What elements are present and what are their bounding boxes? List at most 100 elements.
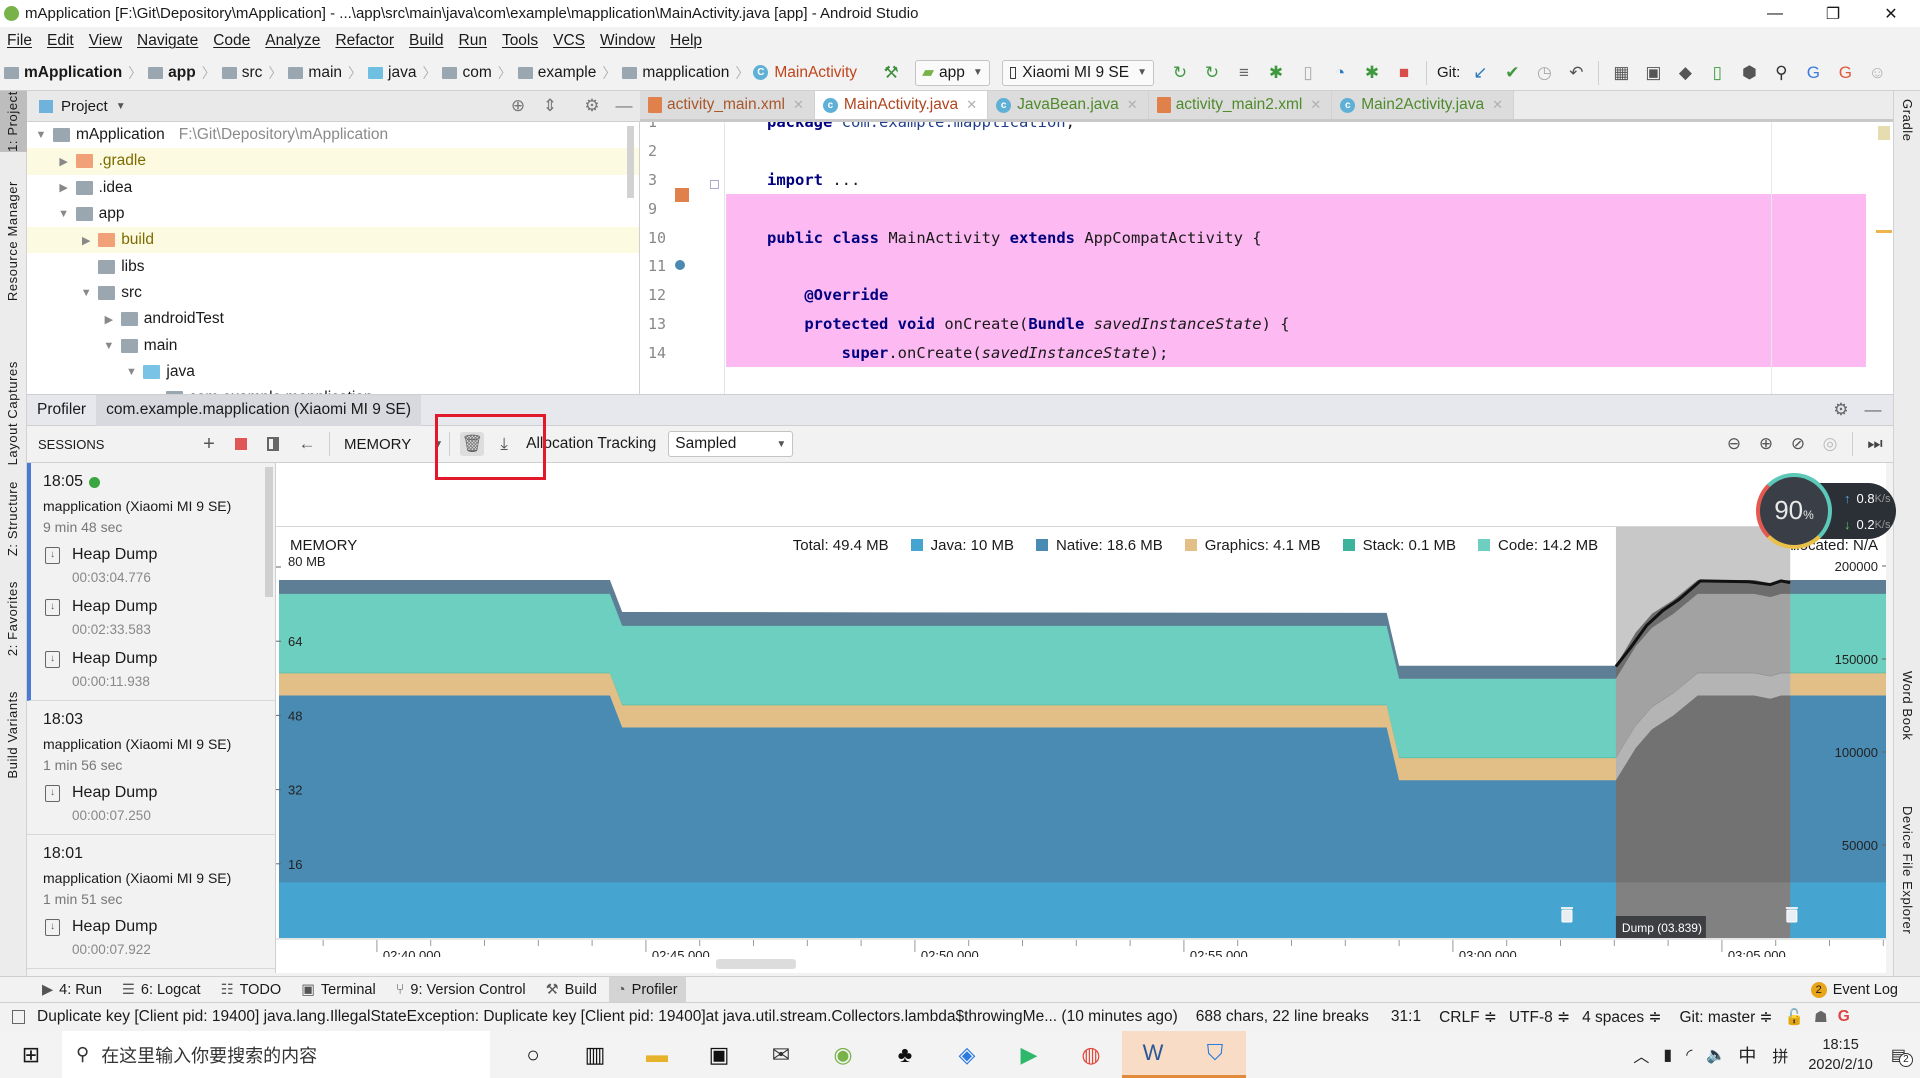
status-toggle-icon[interactable] xyxy=(12,1010,25,1024)
session-item[interactable]: 18:05 mapplication (Xiaomi MI 9 SE) 9 min … xyxy=(27,463,275,701)
debug-attach-icon[interactable]: ✱ xyxy=(1360,61,1384,85)
android-studio-icon[interactable]: ◉ xyxy=(812,1031,874,1078)
sessions-scrollbar[interactable] xyxy=(265,467,273,597)
make-project-hammer-icon[interactable]: ⚒ xyxy=(879,61,903,85)
google-icon[interactable]: G xyxy=(1838,1008,1850,1026)
tool-stripe-gradle[interactable]: Gradle xyxy=(1900,99,1915,142)
tool-window-4-run[interactable]: ▶ 4: Run xyxy=(34,977,110,1003)
ime-indicator[interactable]: 中 xyxy=(1738,1042,1756,1068)
wifi-icon[interactable]: ◜ xyxy=(1686,1045,1692,1065)
layout-inspector-icon[interactable]: ⬢ xyxy=(1737,61,1761,85)
minimize-button[interactable]: — xyxy=(1746,5,1804,23)
timeline-scrollbar[interactable] xyxy=(716,959,796,969)
breadcrumb-item[interactable]: app 〉 xyxy=(146,63,216,83)
breadcrumb-item[interactable]: mapplication 〉 xyxy=(620,63,749,83)
heap-dump-item[interactable]: ↓ Heap Dump 00:00:07.922 xyxy=(43,910,275,962)
lock-icon[interactable]: 🔓 xyxy=(1785,1008,1804,1027)
project-structure-icon[interactable]: ▦ xyxy=(1609,61,1633,85)
run-configuration-select[interactable]: ▰ app ▼ xyxy=(915,59,990,86)
tool-window-9-version-control[interactable]: ⑂ 9: Version Control xyxy=(388,977,534,1003)
breadcrumb-item[interactable]: main 〉 xyxy=(286,63,362,83)
device-select[interactable]: ▯ Xiaomi MI 9 SE ▼ xyxy=(1001,59,1155,86)
editor-tab[interactable]: c Main2Activity.java ✕ xyxy=(1332,91,1515,119)
heap-dump-item[interactable]: ↓ Heap Dump 00:02:33.583 xyxy=(43,590,275,642)
translate2-icon[interactable]: G xyxy=(1833,61,1857,85)
heap-dump-item[interactable]: ↓ Heap Dump 00:03:04.776 xyxy=(43,538,275,590)
menu-analyze[interactable]: Analyze xyxy=(258,32,328,50)
zoom-in-icon[interactable]: ⊕ xyxy=(1754,432,1778,456)
close-button[interactable]: ✕ xyxy=(1862,4,1920,24)
video-player-icon[interactable]: ▶ xyxy=(998,1031,1060,1078)
encoding-select[interactable]: UTF-8 ≑ xyxy=(1509,1008,1570,1027)
taskbar-search-box[interactable]: ⚲ 在这里输入你要搜索的内容 xyxy=(62,1031,490,1078)
editor-tab[interactable]: c MainActivity.java ✕ xyxy=(814,91,989,119)
breadcrumb-item[interactable]: mApplication 〉 xyxy=(2,63,142,83)
tree-item[interactable]: ▼ java xyxy=(27,359,639,385)
add-session-icon[interactable]: + xyxy=(197,432,221,456)
collapse-all-icon[interactable]: ⇕ xyxy=(538,94,562,118)
translate-icon[interactable]: G xyxy=(1801,61,1825,85)
menu-navigate[interactable]: Navigate xyxy=(130,32,206,50)
attach-debugger-icon[interactable]: ▯ xyxy=(1296,61,1320,85)
code-editor[interactable]: 1 2 3 9 10 11 12 13 14 package com.example.mappl… xyxy=(640,122,1893,394)
device-manager-icon[interactable]: ▯ xyxy=(1705,61,1729,85)
reset-zoom-icon[interactable]: ⊘ xyxy=(1786,432,1810,456)
battery-icon[interactable]: ▮ xyxy=(1663,1045,1672,1065)
tree-item[interactable]: ▼ mApplication F:\Git\Depository\mApplicat… xyxy=(27,122,639,148)
menu-build[interactable]: Build xyxy=(402,32,451,50)
menu-edit[interactable]: Edit xyxy=(40,32,82,50)
override-gutter-icon[interactable] xyxy=(675,260,685,270)
tool-window-6-logcat[interactable]: ☰ 6: Logcat xyxy=(114,977,209,1003)
mail-icon[interactable]: ✉ xyxy=(750,1031,812,1078)
breadcrumb-item[interactable]: src 〉 xyxy=(220,63,282,83)
avd-manager-icon[interactable]: ◆ xyxy=(1673,61,1697,85)
git-update-icon[interactable]: ↙ xyxy=(1468,61,1492,85)
git-history-icon[interactable]: ◷ xyxy=(1532,61,1556,85)
sdk-manager-icon[interactable]: ▣ xyxy=(1641,61,1665,85)
breadcrumb-item-current[interactable]: C MainActivity xyxy=(753,64,857,82)
breadcrumb-item[interactable]: com 〉 xyxy=(440,63,512,83)
close-tab-icon[interactable]: ✕ xyxy=(1127,97,1138,113)
expand-right-icon[interactable]: ▶ xyxy=(101,313,117,326)
git-rollback-icon[interactable]: ↶ xyxy=(1564,61,1588,85)
layout-file-gutter-icon[interactable] xyxy=(675,188,689,202)
go-to-live-icon[interactable]: ⏭ xyxy=(1863,432,1887,456)
profiler-tab[interactable]: Profiler xyxy=(27,395,96,426)
clock[interactable]: 18:15 2020/2/10 xyxy=(1808,1035,1873,1075)
tool-stripe-build-variants[interactable]: Build Variants xyxy=(5,691,20,779)
minimize-panel-icon[interactable]: — xyxy=(1861,398,1885,422)
close-tab-icon[interactable]: ✕ xyxy=(1310,97,1321,113)
tree-scrollbar[interactable] xyxy=(627,126,634,198)
task-view-icon[interactable]: ▥ xyxy=(564,1031,626,1078)
editor-tab[interactable]: activity_main.xml ✕ xyxy=(640,91,815,119)
cortana-icon[interactable]: ○ xyxy=(502,1031,564,1078)
expand-down-icon[interactable]: ▼ xyxy=(33,129,49,141)
editor-tab[interactable]: c JavaBean.java ✕ xyxy=(988,91,1149,119)
caret-position[interactable]: 31:1 xyxy=(1391,1008,1421,1026)
tree-item[interactable]: ▼ main xyxy=(27,332,639,358)
apply-changes-icon[interactable]: ↻ xyxy=(1200,61,1224,85)
expand-down-icon[interactable]: ▼ xyxy=(56,208,72,220)
tree-item[interactable]: ▶ build xyxy=(27,227,639,254)
expand-down-icon[interactable]: ▼ xyxy=(101,340,117,352)
search-icon[interactable]: ⚲ xyxy=(1769,61,1793,85)
tool-window-todo[interactable]: ☷ TODO xyxy=(213,977,290,1003)
expand-right-icon[interactable]: ▶ xyxy=(56,155,72,168)
tool-stripe-2-favorites[interactable]: 2: Favorites xyxy=(5,581,20,656)
menu-refactor[interactable]: Refactor xyxy=(328,32,402,50)
tool-window-build[interactable]: ⚒ Build xyxy=(538,977,605,1003)
debug-icon[interactable]: ✱ xyxy=(1264,61,1288,85)
account-icon[interactable]: ☺ xyxy=(1865,61,1889,85)
tree-item[interactable]: ▶ .idea xyxy=(27,175,639,201)
tool-stripe-device-file-explorer[interactable]: Device File Explorer xyxy=(1900,806,1915,934)
tool-window-terminal[interactable]: ▣ Terminal xyxy=(293,977,384,1003)
tree-item[interactable]: libs xyxy=(27,253,639,279)
fold-marker-icon[interactable] xyxy=(710,180,719,189)
error-stripe-mark[interactable] xyxy=(1876,230,1892,233)
project-view-select[interactable]: Project xyxy=(61,98,108,115)
breadcrumb-item[interactable]: example 〉 xyxy=(516,63,616,83)
session-tab[interactable]: com.example.mapplication (Xiaomi MI 9 SE… xyxy=(96,394,422,426)
line-separator-select[interactable]: CRLF ≑ xyxy=(1439,1008,1497,1027)
stop-icon[interactable]: ■ xyxy=(1392,61,1416,85)
security-icon[interactable]: ◈ xyxy=(936,1031,998,1078)
